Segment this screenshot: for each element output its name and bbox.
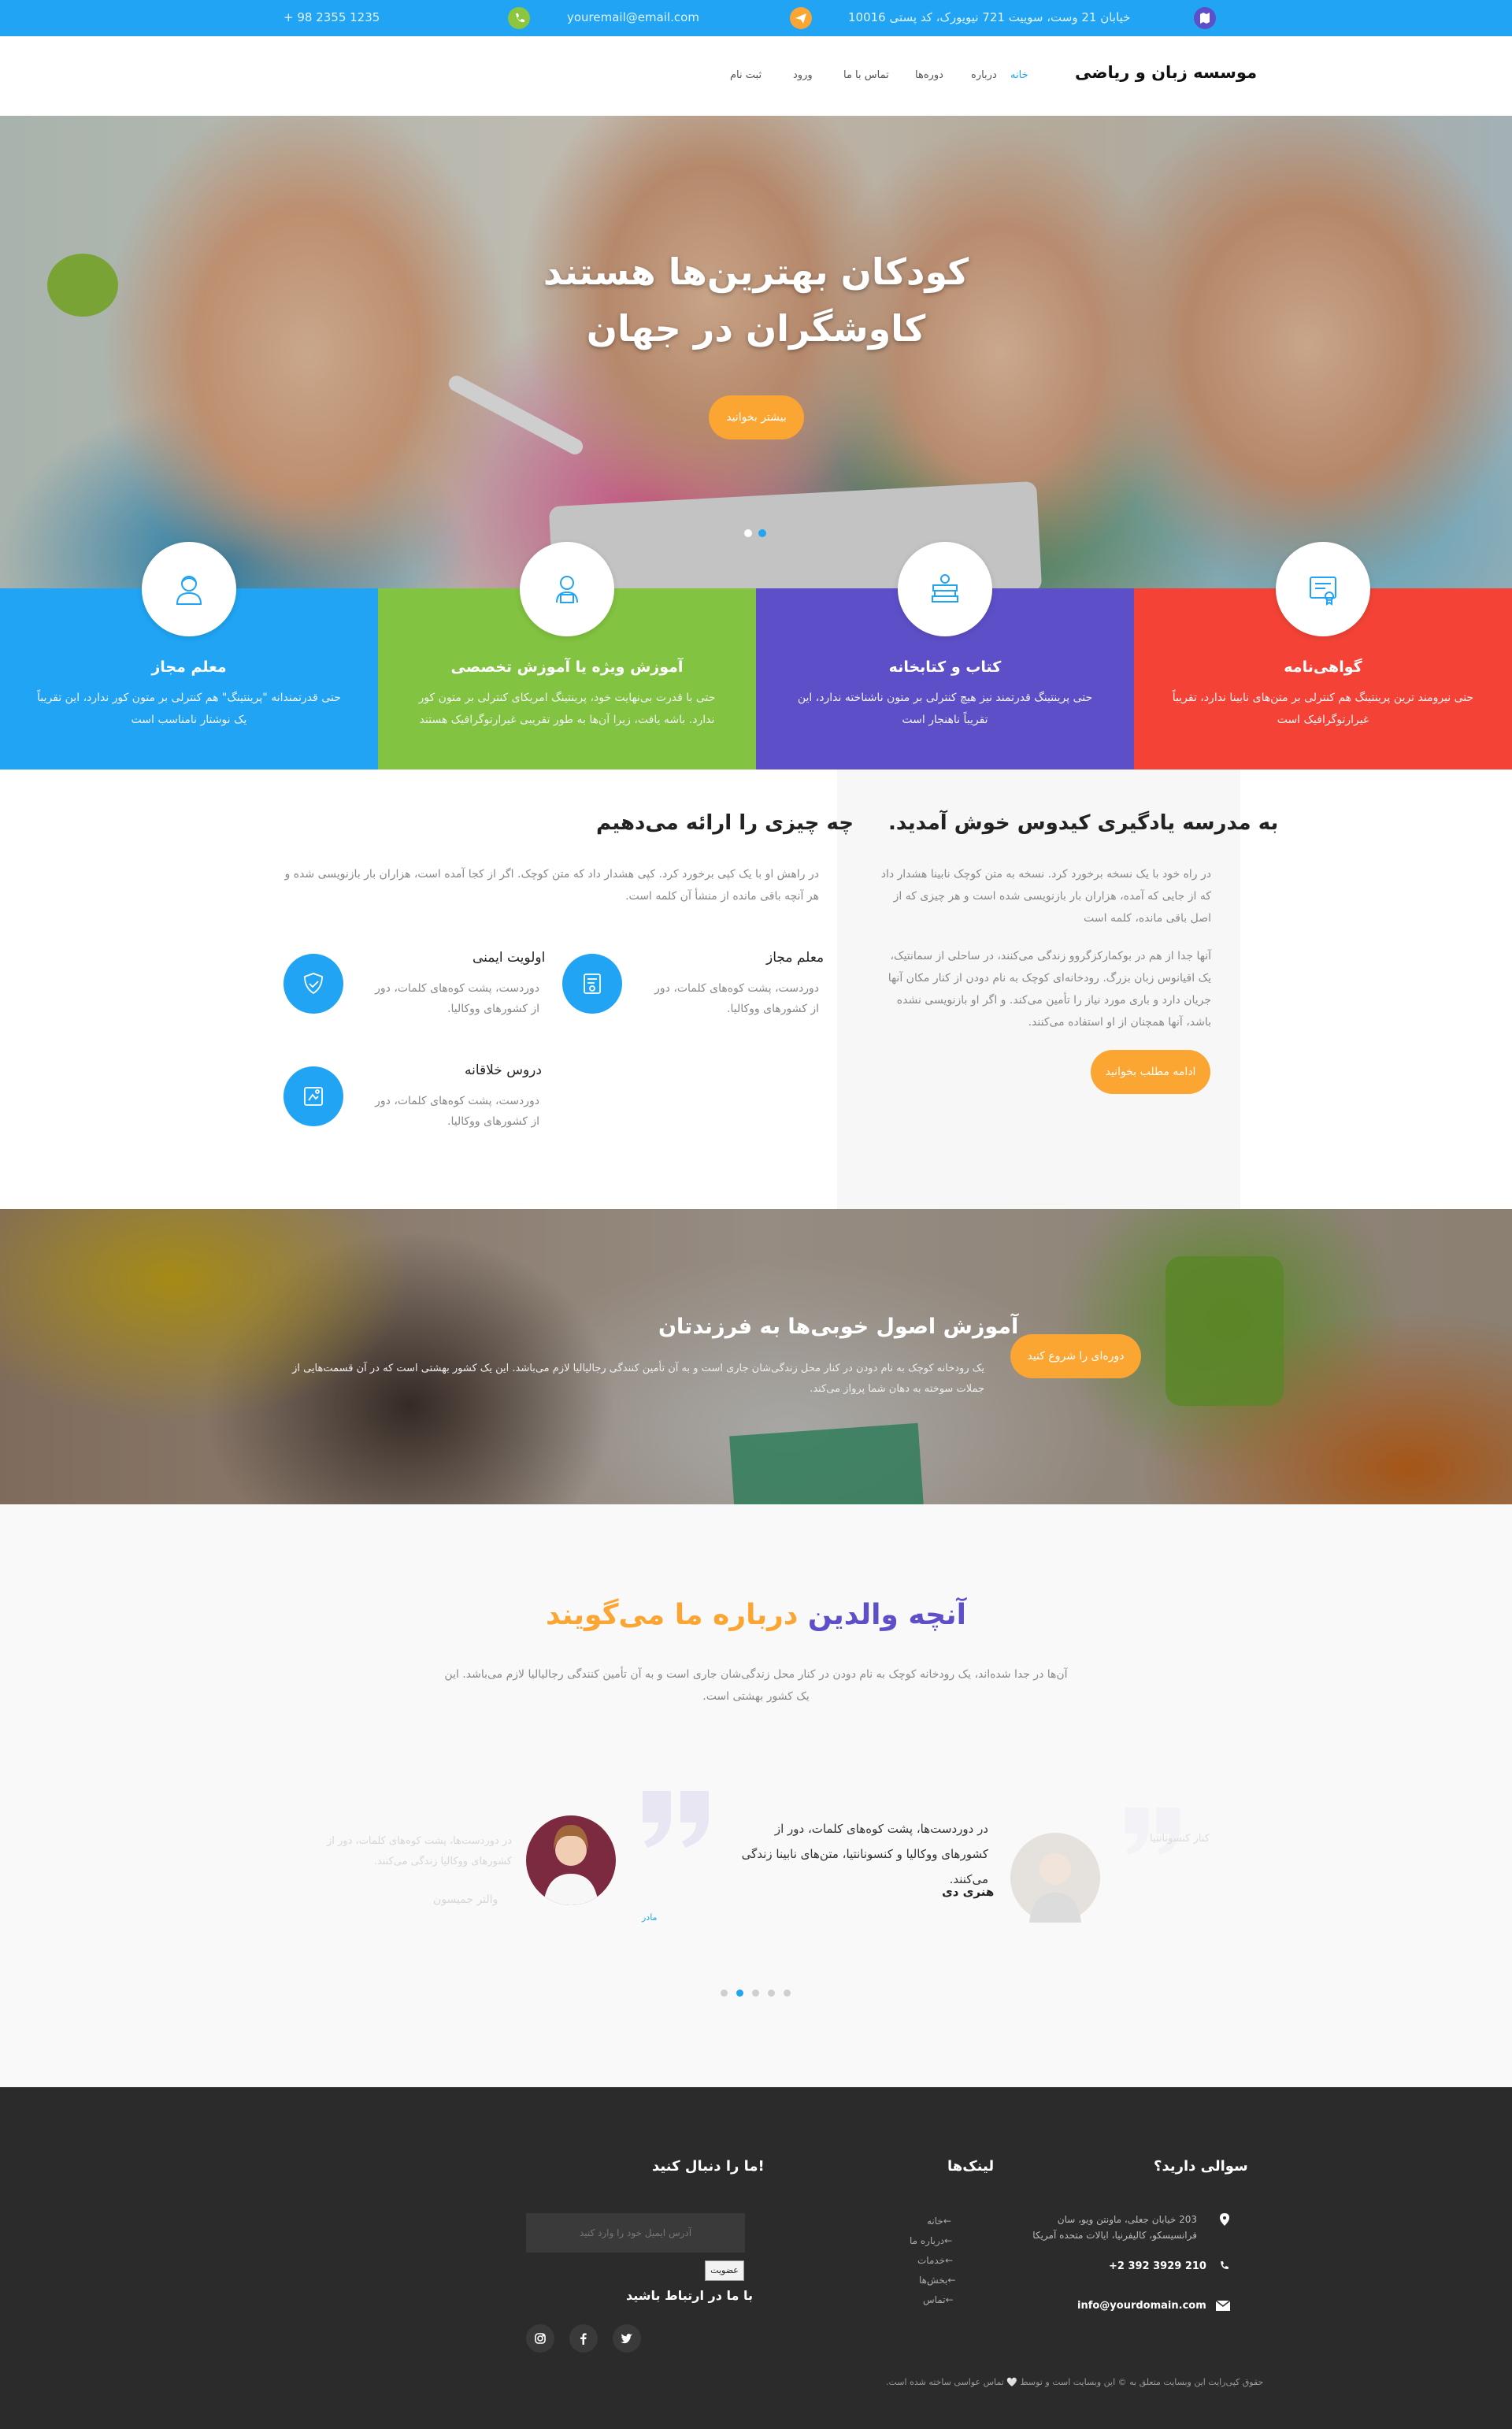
feature-title-4: گواهی‌نامه bbox=[1284, 658, 1362, 676]
footer-link-about[interactable]: درباره ما← bbox=[910, 2235, 952, 2246]
hero-read-more-button[interactable]: بیشتر بخوانید bbox=[709, 395, 804, 439]
phone-text: + 98 2355 1235 bbox=[284, 10, 380, 24]
certificate-icon bbox=[1276, 542, 1370, 636]
testimonial-dot-4[interactable] bbox=[768, 1990, 775, 1997]
pencil-cup-shape bbox=[1166, 1256, 1284, 1406]
hero-dot-2[interactable] bbox=[758, 529, 766, 537]
testimonial-dot-2[interactable] bbox=[736, 1990, 743, 1997]
feature-desc-4: حتی نیرومند ترین پرینتینگ هم کنترلی بر م… bbox=[1172, 692, 1474, 726]
shield-icon bbox=[284, 954, 343, 1014]
offer-item-title-3: دروس خلاقانه bbox=[465, 1062, 542, 1078]
top-bar: + 98 2355 1235 youremail@email.com خیابا… bbox=[0, 0, 1512, 36]
start-course-button[interactable]: دوره‌ای را شروع کنید bbox=[1010, 1334, 1141, 1378]
feature-desc-1: حتی قدرتمندانه "پرینتینگ" هم کنترلی بر م… bbox=[37, 692, 341, 726]
feature-title-2: آموزش ویژه یا آموزش تخصصی bbox=[450, 658, 684, 676]
active-parent-avatar bbox=[526, 1815, 616, 1905]
footer-contact-title: سوالی دارید؟ bbox=[1154, 2158, 1248, 2175]
quote-icon bbox=[639, 1788, 715, 1851]
address-text: خیابان 21 وست، سوییت 721 نیویورک، کد پست… bbox=[848, 10, 1131, 24]
feature-title-1: معلم مجاز bbox=[151, 658, 227, 676]
banner-description: یک رودخانه کوچک به نام دودن در کنار محل … bbox=[292, 1363, 984, 1395]
nav-courses[interactable]: دوره‌ها bbox=[915, 69, 943, 81]
testimonials-section bbox=[0, 1504, 1512, 2087]
nav-contact[interactable]: تماس با ما bbox=[843, 69, 889, 81]
mail-icon bbox=[1216, 2301, 1230, 2311]
hero-title-line2: کاوشگران در جهان bbox=[586, 307, 926, 350]
banner-section bbox=[0, 1209, 1512, 1504]
map-icon bbox=[1194, 7, 1216, 29]
active-testimonial-text: در دوردست‌ها، پشت کوه‌های کلمات، دور از … bbox=[741, 1822, 988, 1886]
offer-description: در راهش او با یک کپی برخورد کرد. کپی هشد… bbox=[284, 868, 819, 903]
footer-links-title: لینک‌ها bbox=[947, 2158, 995, 2175]
twitter-icon[interactable] bbox=[613, 2324, 641, 2353]
offer-item-desc-3: دوردست، پشت کوه‌های کلمات، دور از کشورها… bbox=[375, 1095, 539, 1128]
hero-dot-1[interactable] bbox=[744, 529, 752, 537]
hero-slider bbox=[0, 116, 1512, 588]
feature-desc-3: حتی پرینتینگ قدرتمند نیز هیچ کنترلی بر م… bbox=[797, 692, 1093, 726]
footer-email[interactable]: info@yourdomain.com bbox=[1077, 2300, 1206, 2312]
feature-desc-2: حتی با قدرت بی‌نهایت خود، پرینتینگ امریک… bbox=[418, 692, 716, 726]
welcome-paragraph-1: در راه خود با یک نسخه برخورد کرد. نسخه ب… bbox=[880, 868, 1211, 925]
brand-logo[interactable]: موسسه زبان و ریاضی bbox=[1075, 63, 1257, 82]
side-right-testimonial-text: کنار کنسونانتیا bbox=[1150, 1833, 1210, 1845]
creative-lesson-icon bbox=[284, 1066, 343, 1126]
marker-shape bbox=[446, 373, 586, 458]
offer-item-desc-1: دوردست، پشت کوه‌های کلمات، دور از کشورها… bbox=[654, 982, 819, 1015]
footer-follow-title: ما را دنبال کنید! bbox=[652, 2158, 765, 2175]
teacher-icon bbox=[142, 542, 236, 636]
phone-icon-footer bbox=[1218, 2260, 1230, 2271]
subscribe-button[interactable]: عضویت bbox=[705, 2260, 744, 2281]
nav-register[interactable]: ثبت نام bbox=[730, 69, 762, 81]
student-icon bbox=[520, 542, 614, 636]
paper-shape bbox=[729, 1422, 925, 1504]
welcome-paragraph-2: آنها جدا از هم در بوکمارکزگروو زندگی می‌… bbox=[888, 950, 1211, 1029]
side-right-parent-avatar bbox=[1010, 1833, 1100, 1923]
testimonial-side-left-name: والتر جمیسون bbox=[433, 1893, 498, 1906]
testimonial-dot-5[interactable] bbox=[784, 1990, 791, 1997]
testimonials-title: آنچه والدین درباره ما می‌گویند bbox=[0, 1599, 1512, 1631]
testimonial-side-left-text: در دوردست‌ها، پشت کوه‌های کلمات، دور از … bbox=[327, 1835, 512, 1867]
offer-item-title-1: معلم مجاز bbox=[766, 950, 825, 966]
newsletter-email-input[interactable] bbox=[526, 2213, 745, 2253]
facebook-icon[interactable] bbox=[569, 2324, 598, 2353]
testimonial-dot-3[interactable] bbox=[752, 1990, 759, 1997]
certificate-doc-icon bbox=[562, 954, 622, 1014]
testimonials-subtitle: آن‌ها در جدا شده‌اند، یک رودخانه کوچک به… bbox=[444, 1668, 1068, 1703]
testimonials-title-part1: آنچه والدین bbox=[807, 1599, 966, 1631]
hero-title-line1: کودکان بهترین‌ها هستند bbox=[543, 250, 969, 293]
send-icon bbox=[790, 7, 812, 29]
footer-address: 203 خیابان جعلی، ماونتن ویو، سان فرانسیس… bbox=[1032, 2214, 1197, 2241]
welcome-read-more-button[interactable]: ادامه مطلب بخوانید bbox=[1091, 1050, 1210, 1094]
testimonials-title-part2: درباره ما می‌گویند bbox=[546, 1599, 799, 1631]
footer-connect-title: با ما در ارتباط باشید bbox=[626, 2288, 754, 2303]
offer-title: چه چیزی را ارائه می‌دهیم bbox=[596, 811, 854, 835]
footer-phone[interactable]: +2 392 3929 210 bbox=[1109, 2260, 1206, 2272]
footer-link-departments[interactable]: بخش‌ها← bbox=[919, 2275, 955, 2286]
active-parent-role: مادر bbox=[642, 1912, 658, 1923]
phone-icon bbox=[508, 7, 530, 29]
copyright-text: حقوق کپی‌رایت این وبسایت متعلق به © این … bbox=[886, 2377, 1264, 2387]
offer-item-desc-2: دوردست، پشت کوه‌های کلمات، دور از کشورها… bbox=[375, 982, 539, 1015]
testimonial-dot-1[interactable] bbox=[721, 1990, 728, 1997]
footer-link-services[interactable]: خدمات← bbox=[917, 2255, 953, 2266]
instagram-icon[interactable] bbox=[526, 2324, 554, 2353]
offer-item-title-2: اولویت ایمنی bbox=[472, 950, 546, 966]
active-parent-name: هنری دی bbox=[942, 1885, 995, 1899]
side-right-quote-icon bbox=[1122, 1804, 1185, 1859]
books-icon bbox=[898, 542, 992, 636]
footer-link-home[interactable]: خانه← bbox=[927, 2216, 951, 2227]
location-icon bbox=[1220, 2213, 1229, 2226]
nav-home[interactable]: خانه bbox=[1010, 69, 1028, 81]
feature-title-3: کتاب و کتابخانه bbox=[888, 658, 1002, 676]
nav-login[interactable]: ورود bbox=[793, 69, 813, 81]
footer-link-contact[interactable]: تماس← bbox=[923, 2294, 954, 2305]
welcome-title: .به مدرسه یادگیری کیدوس خوش آمدید bbox=[888, 811, 1279, 835]
footer bbox=[0, 2087, 1512, 2429]
banner-title: آموزش اصول خوبی‌ها به فرزندتان bbox=[658, 1315, 1019, 1339]
email-text[interactable]: youremail@email.com bbox=[567, 10, 699, 24]
nav-about[interactable]: درباره bbox=[971, 69, 997, 81]
